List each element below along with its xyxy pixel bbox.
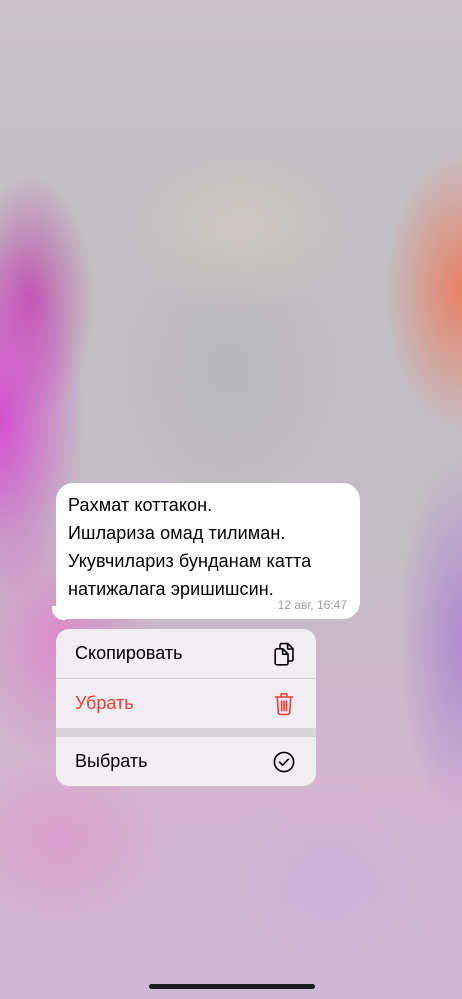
checkmark-circle-icon <box>272 750 296 774</box>
context-menu: Скопировать Убрать Выбрать <box>56 629 316 786</box>
home-indicator[interactable] <box>149 984 315 989</box>
menu-section-separator <box>56 728 316 737</box>
message-text: Рахмат коттакон. Ишлариза омад тилиман. … <box>68 495 312 599</box>
remove-menu-item[interactable]: Убрать <box>56 679 316 728</box>
select-menu-item[interactable]: Выбрать <box>56 737 316 786</box>
trash-icon <box>272 692 296 716</box>
remove-label: Убрать <box>75 693 134 713</box>
message-timestamp: 12 авг, 16:47 <box>277 598 347 612</box>
message-bubble[interactable]: Рахмат коттакон. Ишлариза омад тилиман. … <box>56 483 360 619</box>
select-label: Выбрать <box>75 751 148 771</box>
copy-menu-item[interactable]: Скопировать <box>56 629 316 678</box>
copy-icon <box>272 642 296 666</box>
screen: Рахмат коттакон. Ишлариза омад тилиман. … <box>0 0 462 999</box>
copy-label: Скопировать <box>75 643 183 663</box>
